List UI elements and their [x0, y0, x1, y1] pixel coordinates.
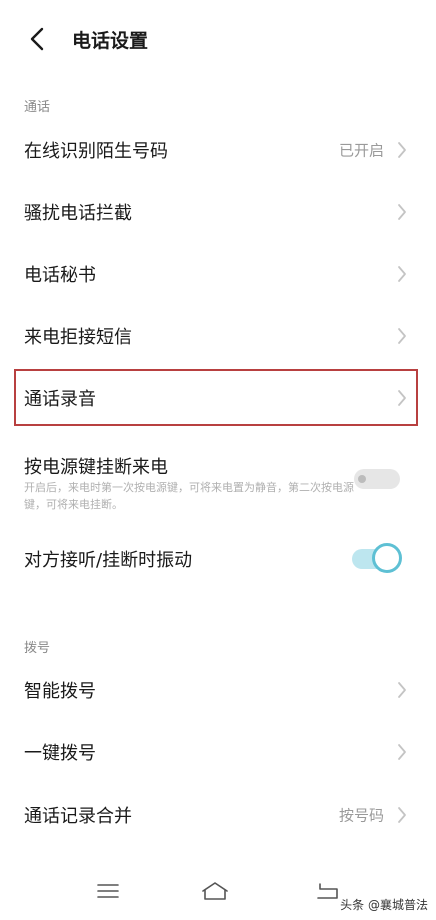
row-online-identify[interactable]: 在线识别陌生号码 已开启 [0, 122, 436, 178]
row-power-key-hangup: 按电源键挂断来电 开启后，来电时第一次按电源键，可将来电置为静音，第二次按电源键… [0, 441, 436, 511]
chevron-right-icon [396, 140, 408, 160]
row-phone-secretary[interactable]: 电话秘书 [0, 246, 436, 302]
row-vibrate-on-answer: 对方接听/挂断时振动 [0, 531, 436, 587]
home-icon [202, 882, 228, 900]
row-label: 通话记录合并 [24, 806, 132, 827]
power-key-hangup-toggle[interactable] [354, 469, 400, 489]
row-reject-sms[interactable]: 来电拒接短信 [0, 308, 436, 364]
row-label: 一键拨号 [24, 743, 96, 764]
row-label: 通话录音 [24, 389, 96, 410]
home-button[interactable] [200, 878, 230, 904]
toggle-knob [358, 475, 366, 483]
row-call-recording[interactable]: 通话录音 [0, 370, 436, 426]
row-value: 已开启 [338, 141, 384, 160]
row-label: 对方接听/挂断时振动 [24, 550, 193, 571]
row-label: 骚扰电话拦截 [24, 203, 132, 224]
chevron-right-icon [396, 805, 408, 825]
menu-icon [97, 884, 119, 898]
chevron-right-icon [396, 742, 408, 762]
chevron-right-icon [396, 326, 408, 346]
row-label: 电话秘书 [24, 265, 96, 286]
return-button[interactable] [313, 878, 343, 904]
row-one-key-dial[interactable]: 一键拨号 [0, 724, 436, 780]
row-merge-call-log[interactable]: 通话记录合并 按号码 [0, 787, 436, 843]
row-value: 按号码 [338, 806, 384, 825]
chevron-right-icon [396, 388, 408, 408]
return-icon [317, 883, 338, 899]
chevron-left-icon [30, 27, 44, 51]
row-label: 按电源键挂断来电 [24, 457, 168, 478]
chevron-right-icon [396, 202, 408, 222]
row-description: 开启后，来电时第一次按电源键，可将来电置为静音，第二次按电源键，可将来电挂断。 [24, 481, 354, 511]
chevron-right-icon [396, 264, 408, 284]
chevron-right-icon [396, 680, 408, 700]
section-label-call: 通话 [24, 100, 51, 115]
section-label-dial: 拨号 [24, 641, 51, 656]
vibrate-toggle[interactable] [352, 543, 402, 573]
row-label: 智能拨号 [24, 681, 96, 702]
row-label: 在线识别陌生号码 [24, 141, 168, 162]
header: 电话设置 [0, 0, 436, 80]
row-smart-dial[interactable]: 智能拨号 [0, 662, 436, 718]
back-button[interactable] [22, 24, 52, 54]
toggle-knob [372, 543, 402, 573]
menu-button[interactable] [93, 878, 123, 904]
row-harass-block[interactable]: 骚扰电话拦截 [0, 184, 436, 240]
page-title: 电话设置 [72, 30, 149, 52]
watermark: 头条 @襄城普法 [340, 898, 428, 912]
row-label: 来电拒接短信 [24, 327, 132, 348]
